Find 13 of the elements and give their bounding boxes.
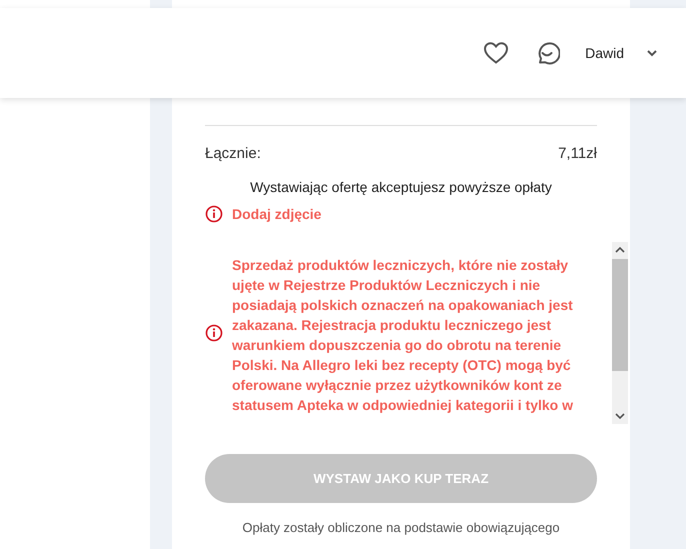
footer-note: Opłaty zostały obliczone na podstawie obowiązującego (241, 520, 561, 535)
scrollbar[interactable] (612, 242, 628, 424)
error-icon (205, 324, 223, 342)
acceptance-note: Wystawiając ofertę akceptujesz powyższe opłaty (249, 179, 553, 195)
error-message: Sprzedaż produktów leczniczych, które nie zostały ujęte w Rejestrze Produktów Leczniczych i nie posiadają polskich oznaczeń na opakowaniach jest zakazana. Rejestracja produktu leczniczego jest warunkiem dopuszczenia go do obrotu na terenie Polski. Na Allegro leki bez recepty (OTC) mogą być oferowane wyłącznie przez użytkowników kont ze statusem Apteka w odpowiedniej kategorii i tylko w (232, 256, 574, 415)
heart-icon[interactable] (483, 41, 510, 65)
total-value: 7,11zł (558, 145, 597, 162)
error-icon (205, 205, 223, 223)
scrollbar-thumb[interactable] (612, 259, 628, 371)
error-message: Dodaj zdjęcie (232, 206, 322, 222)
chevron-down-icon[interactable] (646, 49, 658, 57)
total-label: Łącznie: (205, 145, 261, 162)
user-menu[interactable]: Dawid (585, 45, 624, 61)
